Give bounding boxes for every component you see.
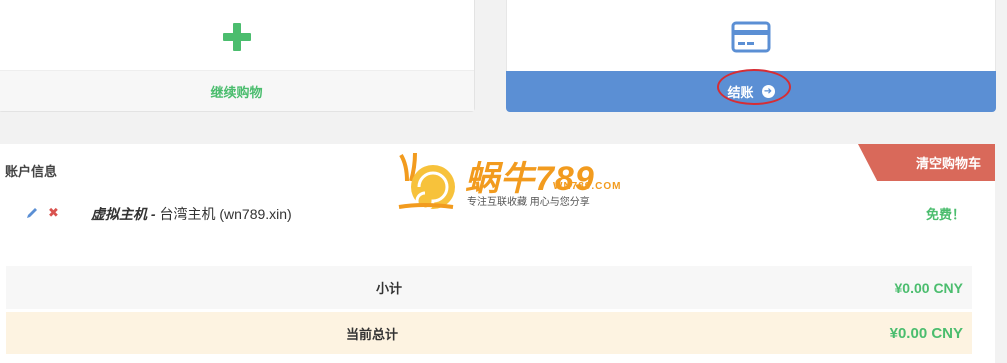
item-domain: (wn789.xin) (219, 206, 292, 222)
plus-icon (0, 7, 474, 67)
item-separator: - (147, 206, 160, 222)
snail-icon (398, 152, 455, 211)
remove-icon[interactable]: ✖ (48, 205, 59, 221)
item-category: 虚拟主机 (91, 206, 147, 222)
cart-item-name: 虚拟主机 - 台湾主机 (wn789.xin) (91, 204, 292, 224)
total-value: ¥0.00 CNY (889, 324, 963, 342)
total-label: 当前总计 (346, 326, 399, 342)
item-product: 台湾主机 (159, 206, 216, 222)
watermark-slogan: 专注互联收藏 用心与您分享 (467, 197, 590, 208)
credit-card-icon (507, 7, 995, 67)
item-price: 免费！ (925, 207, 965, 222)
clear-cart-label: 清空购物车 (915, 156, 981, 171)
pencil-icon[interactable] (25, 206, 39, 220)
watermark-domain: WN789.COM (553, 181, 622, 192)
account-info-title: 账户信息 (5, 164, 58, 179)
clear-cart-button[interactable]: 清空购物车 (858, 144, 995, 181)
watermark-logo: 蜗牛789 WN789.COM 专注互联收藏 用心与您分享 (393, 151, 623, 213)
subtotal-label: 小计 (376, 281, 403, 296)
checkout-highlight-circle (717, 69, 791, 105)
continue-shopping-button[interactable]: 继续购物 (0, 70, 474, 111)
total-row: 当前总计 ¥0.00 CNY (6, 312, 972, 354)
subtotal-row: 小计 ¥0.00 CNY (6, 266, 972, 309)
subtotal-value: ¥0.00 CNY (894, 279, 963, 296)
continue-shopping-card[interactable]: 继续购物 (0, 0, 475, 112)
continue-shopping-label: 继续购物 (210, 84, 263, 100)
